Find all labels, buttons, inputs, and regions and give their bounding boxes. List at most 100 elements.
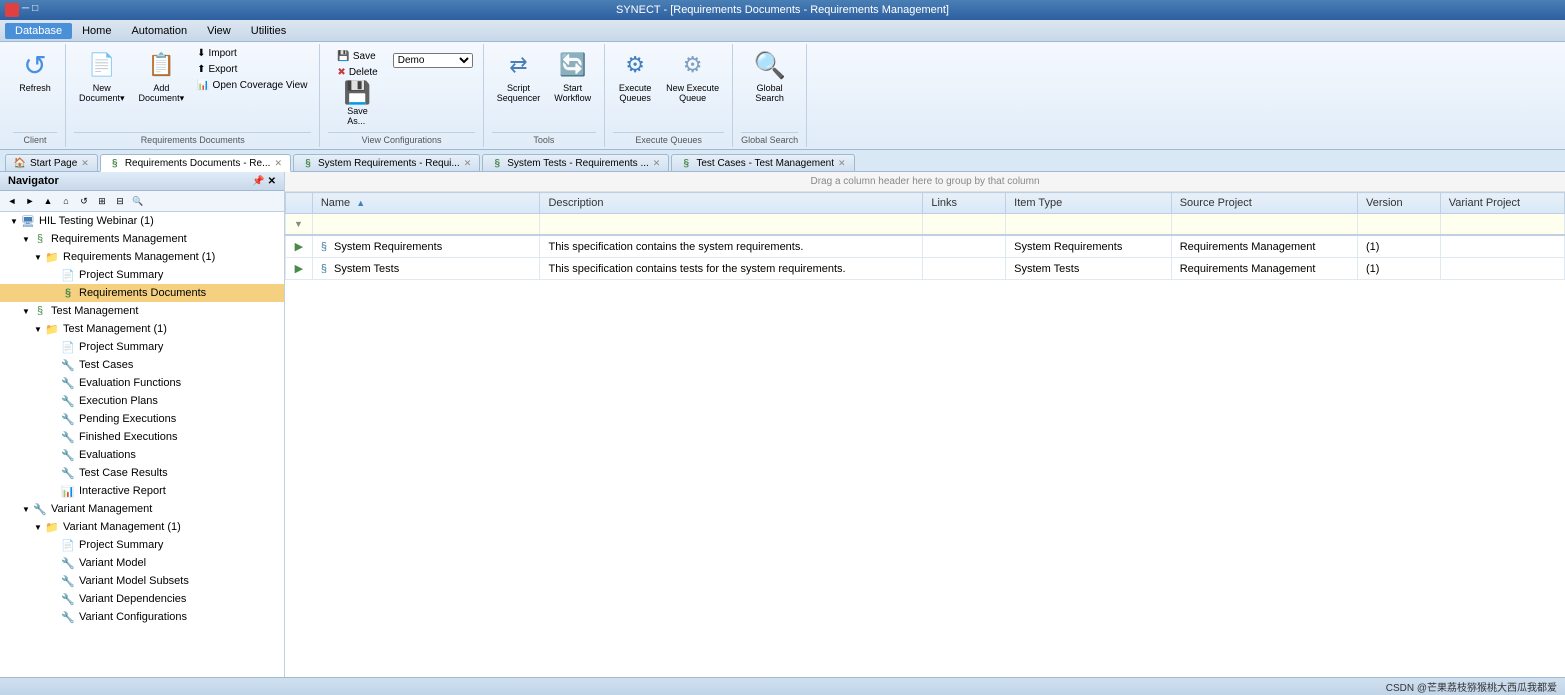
filter-description[interactable] <box>540 214 923 236</box>
open-coverage-button[interactable]: 📊 Open Coverage View <box>193 78 311 93</box>
nav-refresh-btn[interactable]: ↺ <box>76 193 92 209</box>
tab-sys-tests-close[interactable]: ✕ <box>653 158 661 169</box>
sys-req-tab-icon: § <box>302 157 314 169</box>
start-workflow-button[interactable]: 🔄 StartWorkflow <box>549 46 596 106</box>
script-label: ScriptSequencer <box>497 83 541 103</box>
variant-configurations-icon: 🔧 <box>60 610 76 624</box>
menu-database[interactable]: Database <box>5 23 72 39</box>
filter-desc-input[interactable] <box>548 219 914 230</box>
grid-col-version[interactable]: Version <box>1357 193 1440 214</box>
new-execute-queue-button[interactable]: ⚙ New ExecuteQueue <box>661 46 724 106</box>
tree-item-variant-dependencies[interactable]: 🔧 Variant Dependencies <box>0 590 284 608</box>
tree-item-evaluations[interactable]: 🔧 Evaluations <box>0 446 284 464</box>
table-row[interactable]: ▶ § System Tests This specification cont… <box>286 258 1565 280</box>
save-as-button[interactable]: 💾 Save ✖ Delete 💾 SaveAs... <box>328 46 386 129</box>
execute-queues-button[interactable]: ⚙ ExecuteQueues <box>613 46 657 106</box>
grid-col-name[interactable]: Name ▲ <box>312 193 540 214</box>
nav-forward-btn[interactable]: ► <box>22 193 38 209</box>
filter-item-type[interactable] <box>1006 214 1172 236</box>
menu-automation[interactable]: Automation <box>121 23 197 39</box>
menu-utilities[interactable]: Utilities <box>241 23 296 39</box>
tree-item-interactive-report[interactable]: 📊 Interactive Report <box>0 482 284 500</box>
tab-sys-req-close[interactable]: ✕ <box>464 158 472 169</box>
grid-col-item-type[interactable]: Item Type <box>1006 193 1172 214</box>
script-sequencer-button[interactable]: ⇄ ScriptSequencer <box>492 46 546 106</box>
tab-req-docs[interactable]: § Requirements Documents - Re... ✕ <box>100 154 291 172</box>
nav-close-btn[interactable]: ✕ <box>268 176 276 187</box>
tree-item-test-mgmt-group[interactable]: ▼ § Test Management <box>0 302 284 320</box>
tree-item-eval-funcs[interactable]: 🔧 Evaluation Functions <box>0 374 284 392</box>
import-button[interactable]: ⬇ Import <box>193 46 311 61</box>
variant-mgmt-1-toggle[interactable]: ▼ <box>32 521 44 533</box>
tree-item-variant-model[interactable]: 🔧 Variant Model <box>0 554 284 572</box>
tab-req-docs-close[interactable]: ✕ <box>274 158 282 169</box>
menu-home[interactable]: Home <box>72 23 121 39</box>
tools-group-label: Tools <box>492 132 596 145</box>
add-document-button[interactable]: 📋 AddDocument▾ <box>134 46 190 107</box>
tree-item-proj-summary-1[interactable]: 📄 Project Summary <box>0 266 284 284</box>
refresh-button[interactable]: ↺ Refresh <box>13 46 57 96</box>
delete-button[interactable]: ✖ Delete <box>333 65 381 80</box>
coverage-icon: 📊 <box>197 80 209 91</box>
demo-dropdown[interactable]: Demo <box>393 53 473 68</box>
tree-item-req-mgmt-group[interactable]: ▼ § Requirements Management <box>0 230 284 248</box>
tab-test-cases-close[interactable]: ✕ <box>838 158 846 169</box>
tree-item-req-docs[interactable]: § Requirements Documents <box>0 284 284 302</box>
tree-item-test-case-results[interactable]: 🔧 Test Case Results <box>0 464 284 482</box>
tree-item-variant-configurations[interactable]: 🔧 Variant Configurations <box>0 608 284 626</box>
tree-item-hil-testing[interactable]: ▼ 🖥 HIL Testing Webinar (1) <box>0 212 284 230</box>
tab-test-cases[interactable]: § Test Cases - Test Management ✕ <box>671 154 854 171</box>
tab-sys-req[interactable]: § System Requirements - Requi... ✕ <box>293 154 480 171</box>
tree-item-variant-mgmt-1[interactable]: ▼ 📁 Variant Management (1) <box>0 518 284 536</box>
filter-version[interactable] <box>1357 214 1440 236</box>
test-mgmt-1-icon: 📁 <box>44 322 60 336</box>
row2-indicator: ▶ <box>286 258 313 280</box>
tree-item-variant-model-subsets[interactable]: 🔧 Variant Model Subsets <box>0 572 284 590</box>
grid-col-description[interactable]: Description <box>540 193 923 214</box>
filter-variant-project[interactable] <box>1440 214 1564 236</box>
maximize-btn[interactable]: □ <box>32 3 38 17</box>
test-mgmt-group-toggle[interactable]: ▼ <box>20 305 32 317</box>
variant-mgmt-group-toggle[interactable]: ▼ <box>20 503 32 515</box>
filter-links[interactable] <box>923 214 1006 236</box>
nav-expand-btn[interactable]: ⊞ <box>94 193 110 209</box>
global-search-button[interactable]: 🔍 GlobalSearch <box>748 46 792 106</box>
minimize-btn[interactable]: ─ <box>22 3 29 17</box>
save-button[interactable]: 💾 Save <box>333 49 381 64</box>
tab-sys-tests[interactable]: § System Tests - Requirements ... ✕ <box>482 154 669 171</box>
tree-item-pending-exec[interactable]: 🔧 Pending Executions <box>0 410 284 428</box>
tab-start-page-close[interactable]: ✕ <box>81 158 89 169</box>
tree-item-proj-summary-3[interactable]: 📄 Project Summary <box>0 536 284 554</box>
grid-col-variant-project[interactable]: Variant Project <box>1440 193 1564 214</box>
tree-item-test-cases[interactable]: 🔧 Test Cases <box>0 356 284 374</box>
nav-back-btn[interactable]: ◄ <box>4 193 20 209</box>
filter-source-project[interactable] <box>1171 214 1357 236</box>
tree-item-exec-plans[interactable]: 🔧 Execution Plans <box>0 392 284 410</box>
export-button[interactable]: ⬆ Export <box>193 62 311 77</box>
hil-toggle[interactable]: ▼ <box>8 215 20 227</box>
nav-home-btn[interactable]: ⌂ <box>58 193 74 209</box>
eval-funcs-icon: 🔧 <box>60 376 76 390</box>
req-mgmt-1-toggle[interactable]: ▼ <box>32 251 44 263</box>
tree-item-test-mgmt-1[interactable]: ▼ 📁 Test Management (1) <box>0 320 284 338</box>
filter-name-input[interactable] <box>321 219 532 230</box>
nav-collapse-btn[interactable]: ⊟ <box>112 193 128 209</box>
nav-up-btn[interactable]: ▲ <box>40 193 56 209</box>
tab-sys-req-label: System Requirements - Requi... <box>318 158 460 169</box>
nav-search-btn[interactable]: 🔍 <box>130 193 146 209</box>
table-row[interactable]: ▶ § System Requirements This specificati… <box>286 235 1565 258</box>
menu-view[interactable]: View <box>197 23 241 39</box>
tree-item-finished-exec[interactable]: 🔧 Finished Executions <box>0 428 284 446</box>
grid-col-links[interactable]: Links <box>923 193 1006 214</box>
tab-start-page[interactable]: 🏠 Start Page ✕ <box>5 154 98 171</box>
new-document-button[interactable]: 📄 NewDocument▾ <box>74 46 130 107</box>
grid-col-source-project[interactable]: Source Project <box>1171 193 1357 214</box>
tree-item-variant-mgmt-group[interactable]: ▼ 🔧 Variant Management <box>0 500 284 518</box>
nav-pin-btn[interactable]: 📌 <box>252 176 264 187</box>
search-group-label: Global Search <box>741 132 798 145</box>
req-mgmt-group-toggle[interactable]: ▼ <box>20 233 32 245</box>
tree-item-proj-summary-2[interactable]: 📄 Project Summary <box>0 338 284 356</box>
filter-name[interactable] <box>312 214 540 236</box>
test-mgmt-1-toggle[interactable]: ▼ <box>32 323 44 335</box>
tree-item-req-mgmt-1[interactable]: ▼ 📁 Requirements Management (1) <box>0 248 284 266</box>
